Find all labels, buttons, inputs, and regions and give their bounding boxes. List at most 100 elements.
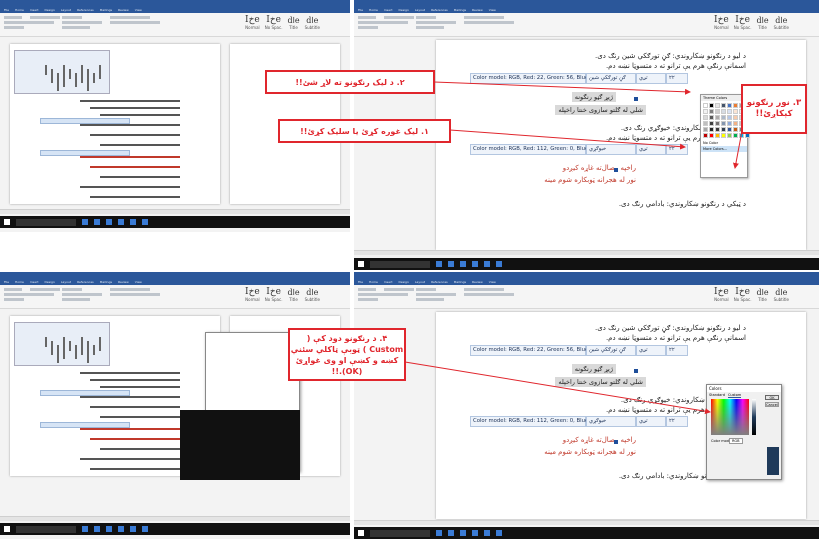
search-box[interactable]	[16, 218, 76, 226]
taskbar-app-icon[interactable]	[484, 261, 490, 267]
ribbon-control[interactable]	[464, 16, 504, 19]
color-swatch[interactable]	[703, 127, 708, 132]
style-sample[interactable]: dاe Subtitle	[774, 16, 789, 30]
ribbon-control[interactable]	[30, 21, 54, 24]
style-sample[interactable]: dاe Subtitle	[774, 288, 789, 302]
ribbon-control[interactable]	[110, 16, 150, 19]
ribbon-control[interactable]	[416, 293, 456, 296]
styles-gallery[interactable]: Iخe Normal Iخe No Spac. dاe Title dاe Subtitle	[714, 287, 789, 302]
ribbon-control[interactable]	[384, 293, 408, 296]
color-swatch[interactable]	[715, 121, 720, 126]
taskbar-app-icon[interactable]	[460, 261, 466, 267]
search-box[interactable]	[16, 525, 76, 533]
ribbon-control[interactable]	[110, 21, 160, 24]
taskbar-app-icon[interactable]	[118, 219, 124, 225]
ribbon-control[interactable]	[62, 293, 102, 296]
color-swatch[interactable]	[709, 121, 714, 126]
color-swatch[interactable]	[703, 103, 708, 108]
style-sample[interactable]: dاe Title	[756, 288, 768, 302]
ribbon-control[interactable]	[416, 26, 444, 29]
color-swatch[interactable]	[727, 121, 732, 126]
ribbon-control[interactable]	[358, 26, 378, 29]
color-swatch[interactable]	[733, 115, 738, 120]
color-swatch[interactable]	[721, 103, 726, 108]
colors-dialog[interactable]: Colors Standard Custom Color model: RGB …	[706, 384, 782, 480]
ribbon-control[interactable]	[30, 16, 60, 19]
ribbon-control[interactable]	[62, 26, 90, 29]
ribbon-control[interactable]	[62, 16, 82, 19]
style-sample[interactable]: dاe Subtitle	[305, 288, 320, 302]
luminance-slider[interactable]	[752, 399, 756, 435]
color-swatch[interactable]	[709, 109, 714, 114]
taskbar-app-icon[interactable]	[496, 261, 502, 267]
search-box[interactable]	[370, 529, 430, 537]
ribbon-control[interactable]	[416, 16, 436, 19]
taskbar-app-icon[interactable]	[472, 261, 478, 267]
ribbon-control[interactable]	[30, 293, 54, 296]
style-sample[interactable]: dاe Subtitle	[305, 16, 320, 30]
tab-custom[interactable]: Custom	[727, 393, 742, 398]
ribbon-control[interactable]	[416, 288, 436, 291]
ribbon-control[interactable]	[110, 293, 160, 296]
style-sample[interactable]: dاe Title	[287, 16, 299, 30]
ribbon-control[interactable]	[416, 21, 456, 24]
styles-gallery[interactable]: Iخe Normal Iخe No Spac. dاe Title dاe Subtitle	[245, 15, 320, 30]
style-sample[interactable]: Iخe No Spac.	[265, 15, 283, 30]
taskbar-app-icon[interactable]	[142, 219, 148, 225]
color-swatch[interactable]	[721, 109, 726, 114]
style-sample[interactable]: Iخe Normal	[714, 15, 729, 30]
ribbon-control[interactable]	[110, 288, 150, 291]
shaded-heading[interactable]: شلي له ګلتو سازوی خنتا راخپله	[555, 377, 646, 387]
color-swatch[interactable]	[727, 127, 732, 132]
ribbon-control[interactable]	[416, 298, 444, 301]
start-icon[interactable]	[4, 526, 10, 532]
start-icon[interactable]	[4, 219, 10, 225]
ribbon-control[interactable]	[4, 288, 22, 291]
ribbon-control[interactable]	[358, 16, 376, 19]
taskbar-app-icon[interactable]	[82, 219, 88, 225]
color-swatch[interactable]	[703, 109, 708, 114]
taskbar-app-icon[interactable]	[94, 526, 100, 532]
more-colors-item[interactable]: More Colors...	[701, 146, 747, 152]
taskbar-app-icon[interactable]	[448, 530, 454, 536]
cancel-button[interactable]: Cancel	[765, 402, 779, 407]
taskbar-app-icon[interactable]	[436, 261, 442, 267]
ribbon-control[interactable]	[4, 26, 24, 29]
color-swatch[interactable]	[703, 133, 708, 138]
style-sample[interactable]: Iخe No Spac.	[265, 287, 283, 302]
color-swatch[interactable]	[709, 115, 714, 120]
ribbon-control[interactable]	[464, 293, 514, 296]
color-swatch[interactable]	[727, 133, 732, 138]
shaded-heading[interactable]: شلي له ګلتو سازوی خنتا راخپله	[555, 105, 646, 115]
color-model-select[interactable]: RGB	[729, 438, 743, 444]
color-swatch[interactable]	[733, 127, 738, 132]
taskbar-app-icon[interactable]	[484, 530, 490, 536]
color-swatch[interactable]	[715, 109, 720, 114]
ribbon-control[interactable]	[62, 288, 82, 291]
color-swatch[interactable]	[709, 127, 714, 132]
taskbar-app-icon[interactable]	[142, 526, 148, 532]
color-swatch[interactable]	[721, 133, 726, 138]
style-sample[interactable]: Iخe Normal	[245, 15, 260, 30]
ribbon-control[interactable]	[384, 288, 414, 291]
taskbar-app-icon[interactable]	[118, 526, 124, 532]
color-swatch[interactable]	[727, 103, 732, 108]
style-sample[interactable]: Iخe No Spac.	[734, 15, 752, 30]
shaded-heading[interactable]: ژيړ ګڼو رنګونه	[571, 364, 616, 374]
start-icon[interactable]	[358, 530, 364, 536]
search-box[interactable]	[370, 260, 430, 268]
shaded-heading[interactable]: ژيړ ګڼو رنګونه	[571, 92, 616, 102]
styles-gallery[interactable]: Iخe Normal Iخe No Spac. dاe Title dاe Subtitle	[714, 15, 789, 30]
taskbar-app-icon[interactable]	[130, 526, 136, 532]
taskbar-app-icon[interactable]	[472, 530, 478, 536]
style-sample[interactable]: dاe Title	[287, 288, 299, 302]
color-swatch[interactable]	[727, 109, 732, 114]
color-swatch[interactable]	[709, 133, 714, 138]
taskbar-app-icon[interactable]	[106, 526, 112, 532]
style-sample[interactable]: Iخe Normal	[714, 287, 729, 302]
ribbon-control[interactable]	[4, 298, 24, 301]
ribbon-control[interactable]	[358, 293, 384, 296]
color-swatch[interactable]	[709, 103, 714, 108]
styles-gallery[interactable]: Iخe Normal Iخe No Spac. dاe Title dاe Subtitle	[245, 287, 320, 302]
taskbar-app-icon[interactable]	[130, 219, 136, 225]
